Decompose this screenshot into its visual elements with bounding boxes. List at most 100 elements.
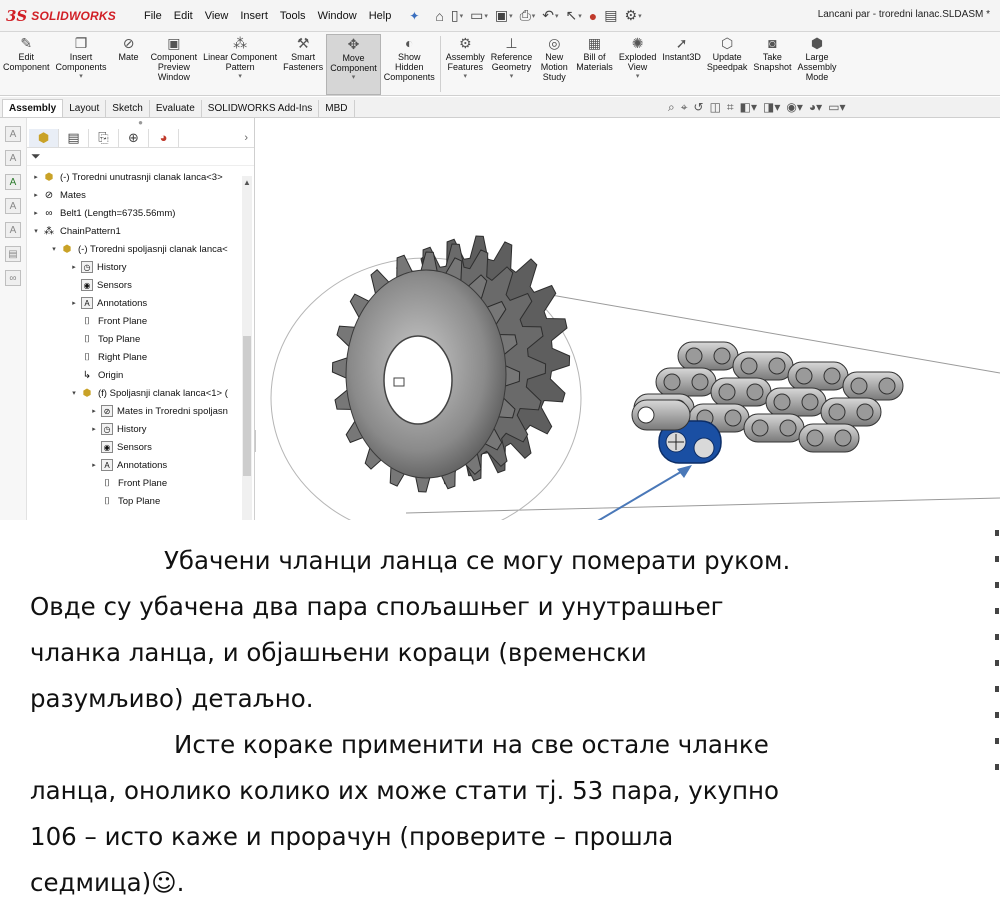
edit-component-button[interactable]: ✎ Edit Component [0,34,53,73]
annotation-e-icon[interactable]: A [5,222,21,238]
annotation-f-icon[interactable]: ▤ [5,246,21,262]
tree-node-mates-in[interactable]: ▸ ⊘ Mates in Troredni spoljasn [89,402,228,420]
linear-component-pattern-button[interactable]: ⁂ Linear Component Pattern ▾ [200,34,280,81]
component-preview-window-button[interactable]: ▣ Component Preview Window [148,34,201,83]
menu-tools[interactable]: Tools [274,10,312,22]
undo-icon[interactable]: ↶ ▾ [540,7,560,24]
chain-link[interactable] [631,399,691,431]
configuration-manager-icon[interactable]: ⎘ [89,128,119,147]
tab-assembly[interactable]: Assembly [2,99,64,117]
menu-view[interactable]: View [199,10,235,22]
chain-link[interactable] [743,413,805,443]
pin-icon[interactable]: ✦ [409,9,419,23]
move-component-button[interactable]: ✥ Move Component ▾ [326,34,381,95]
menu-window[interactable]: Window [312,10,363,22]
menu-file[interactable]: File [138,10,168,22]
select-pointer-icon[interactable]: ↖ ▾ [564,7,584,24]
assembly-features-button[interactable]: ⚙ Assembly Features ▾ [443,34,488,81]
annotation-d-icon[interactable]: A [5,198,21,214]
update-speedpak-button[interactable]: ⬡ Update Speedpak [704,34,751,73]
view-orientation-icon[interactable]: ◧▾ [740,100,757,115]
insert-components-button[interactable]: ❐ Insert Components ▾ [53,34,110,81]
panel-grip[interactable]: ● [27,118,254,128]
tree-node-belt[interactable]: ▸ ∞ Belt1 (Length=6735.56mm) [31,204,175,222]
show-hidden-components-button[interactable]: ◐ Show Hidden Components [381,34,438,82]
view-settings-icon[interactable]: ▭▾ [828,100,845,115]
tree-node-top-plane-2[interactable]: ⌷ Top Plane [89,492,160,510]
chain-link[interactable] [798,423,860,453]
annotation-a-icon[interactable]: A [5,126,21,142]
tree-node-front-plane-2[interactable]: ⌷ Front Plane [89,474,167,492]
more-tabs-chevron-icon[interactable]: › [244,132,254,144]
link-icon[interactable]: ∞ [5,270,21,286]
open-folder-icon[interactable]: ▭ ▾ [468,7,490,24]
reference-geometry-button[interactable]: ⊥ Reference Geometry ▾ [488,34,536,81]
chain-link[interactable] [842,371,904,401]
tree-node-history[interactable]: ▸ ◷ History [69,258,127,276]
hide-show-items-icon[interactable]: ◉▾ [786,100,803,115]
take-snapshot-button[interactable]: ◙ Take Snapshot [750,34,794,72]
property-manager-icon[interactable]: ▤ [59,128,89,147]
tree-node-front-plane[interactable]: ⌷ Front Plane [69,312,147,330]
graphics-area[interactable] [256,118,1000,520]
chain-links[interactable] [631,341,904,464]
zoom-to-fit-icon[interactable]: ⌕ [668,100,675,115]
tree-node-inner-link[interactable]: ▸ ⬢ (-) Troredni unutrasnji clanak lanca<3… [31,168,222,186]
dimxpert-manager-icon[interactable]: ⊕ [119,128,149,147]
tab-mbd[interactable]: MBD [319,100,355,117]
tree-node-history-2[interactable]: ▸ ◷ History [89,420,147,438]
chain-link[interactable] [732,351,794,381]
menu-edit[interactable]: Edit [168,10,199,22]
tree-node-sensors-2[interactable]: ◉ Sensors [89,438,152,456]
tab-layout[interactable]: Layout [63,100,107,117]
tree-node-chain-pattern[interactable]: ▾ ⁂ ChainPattern1 [31,222,121,240]
instant3d-button[interactable]: ➚ Instant3D [659,34,704,63]
section-view-icon[interactable]: ◫ [710,100,721,115]
file-properties-icon[interactable]: ▤ [602,7,619,24]
print-icon[interactable]: ⎙ ▾ [518,7,538,24]
chain-link[interactable] [710,377,772,407]
chain-link[interactable] [765,387,827,417]
display-style-icon[interactable]: ◨▾ [763,100,780,115]
tab-solidworks-add-ins[interactable]: SOLIDWORKS Add-Ins [202,100,320,117]
filter-funnel-icon[interactable]: ⏷ [27,148,254,166]
options-gear-icon[interactable]: ⚙ ▾ [623,7,644,24]
dynamic-annotation-icon[interactable]: ⌗ [727,100,734,115]
chain-link[interactable] [787,361,849,391]
tree-node-sensors[interactable]: ◉ Sensors [69,276,132,294]
save-icon[interactable]: ▣ ▾ [493,7,515,24]
chain-link[interactable] [677,341,739,371]
menu-insert[interactable]: Insert [234,10,274,22]
zoom-to-area-icon[interactable]: ⌖ [681,100,688,115]
chain-link[interactable] [820,397,882,427]
tree-scrollbar[interactable]: ▲ [242,176,252,520]
tree-node-outer-link[interactable]: ▾ ⬢ (-) Troredni spoljasnji clanak lanca< [49,240,227,258]
rebuild-traffic-light-icon[interactable]: ● [587,8,599,24]
annotation-c-icon[interactable]: A [5,174,21,190]
scrollbar-thumb[interactable] [243,336,251,476]
scroll-up-icon[interactable]: ▲ [242,178,252,187]
large-assembly-mode-button[interactable]: ⬢ Large Assembly Mode [794,34,839,83]
menu-help[interactable]: Help [363,10,398,22]
annotation-b-icon[interactable]: A [5,150,21,166]
chain-link[interactable] [655,367,717,397]
exploded-view-button[interactable]: ✺ Exploded View ▾ [616,34,660,81]
tree-node-right-plane[interactable]: ⌷ Right Plane [69,348,147,366]
triple-sprocket[interactable] [331,235,571,493]
display-manager-icon[interactable]: ◕ [149,128,179,147]
new-document-icon[interactable]: ▯ ▾ [449,7,465,24]
solidworks-logo[interactable]: 3S SOLIDWORKS [0,7,138,25]
bill-of-materials-button[interactable]: ▦ Bill of Materials [573,34,616,73]
new-motion-study-button[interactable]: ◎ New Motion Study [535,34,573,83]
edit-appearance-icon[interactable]: ◕▾ [809,100,822,115]
tree-node-annotations[interactable]: ▸ A Annotations [69,294,147,312]
tab-evaluate[interactable]: Evaluate [150,100,202,117]
tab-sketch[interactable]: Sketch [106,100,150,117]
tree-node-sub-outer-link[interactable]: ▾ ⬢ (f) Spoljasnji clanak lanca<1> ( [69,384,228,402]
tree-node-mates[interactable]: ▸ ⊘ Mates [31,186,86,204]
smart-fasteners-button[interactable]: ⚒ Smart Fasteners [280,34,326,73]
mate-button[interactable]: ⊘ Mate [110,34,148,63]
tree-node-origin[interactable]: ↳ Origin [69,366,124,384]
home-icon[interactable]: ⌂ [433,8,445,24]
feature-manager-tree-icon[interactable]: ⬢ [29,128,59,147]
